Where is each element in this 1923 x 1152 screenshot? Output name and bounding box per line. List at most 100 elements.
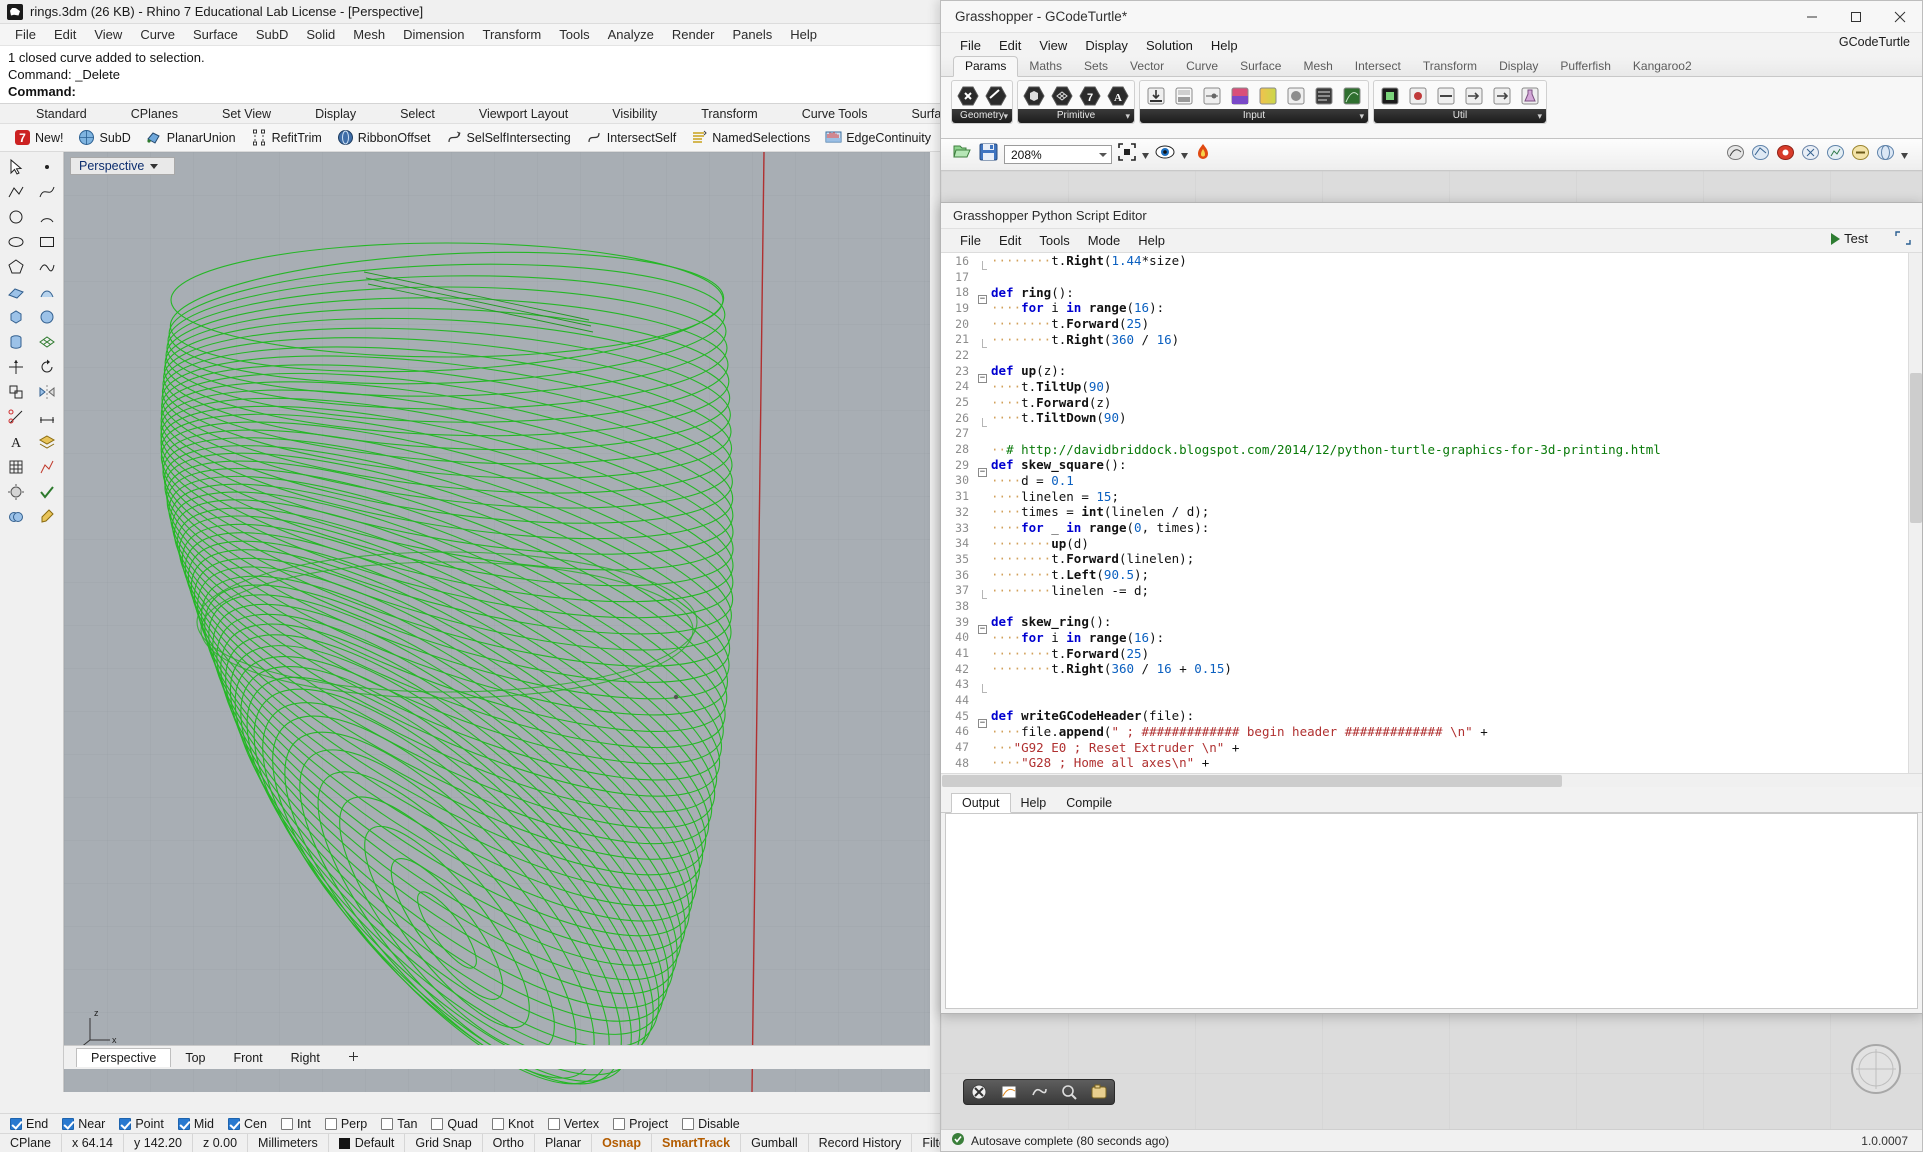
py-tab-compile[interactable]: Compile bbox=[1056, 794, 1122, 812]
toolbar-button-intersectself[interactable]: IntersectSelf bbox=[580, 127, 682, 148]
rhino-menu-file[interactable]: File bbox=[6, 25, 45, 44]
rhino-menu-help[interactable]: Help bbox=[781, 25, 826, 44]
osnap-vertex-checkbox[interactable] bbox=[548, 1118, 560, 1130]
util-cluster-icon[interactable] bbox=[1376, 83, 1404, 108]
text-icon[interactable]: A bbox=[1, 430, 31, 454]
py-menu-edit[interactable]: Edit bbox=[990, 231, 1030, 250]
python-code-area[interactable]: 16········t.Right(1.44*size)1718−def rin… bbox=[941, 253, 1922, 773]
osnap-int-checkbox[interactable] bbox=[281, 1118, 293, 1130]
code-text[interactable]: ········t.Left(90.5); bbox=[991, 567, 1922, 582]
osnap-perp[interactable]: Perp bbox=[325, 1117, 367, 1131]
osnap-cen-checkbox[interactable] bbox=[228, 1118, 240, 1130]
code-line[interactable]: 19····for i in range(16): bbox=[941, 300, 1922, 316]
input-valuelist-icon[interactable] bbox=[1310, 83, 1338, 108]
rhino-menu-panels[interactable]: Panels bbox=[723, 25, 781, 44]
code-text[interactable]: ····t.Forward(z) bbox=[991, 395, 1922, 410]
expand-arrow-icon[interactable]: ▾ bbox=[1003, 110, 1008, 122]
code-text[interactable]: ····linelen = 15; bbox=[991, 489, 1922, 504]
gh-tab-kangaroo2[interactable]: Kangaroo2 bbox=[1622, 57, 1703, 76]
expand-arrow-icon[interactable]: ▾ bbox=[1537, 110, 1542, 122]
code-line[interactable]: 39−def skew_ring(): bbox=[941, 614, 1922, 630]
grasshopper-component-tabs[interactable]: Params Maths Sets Vector Curve Surface M… bbox=[941, 57, 1922, 77]
rhino-menu-render[interactable]: Render bbox=[663, 25, 724, 44]
code-line[interactable]: 41········t.Forward(25) bbox=[941, 645, 1922, 661]
gh-menu-view[interactable]: View bbox=[1030, 36, 1076, 55]
toolbar-button-subd[interactable]: SubD bbox=[72, 127, 136, 148]
toolbar-button-namedselections[interactable]: NamedSelections bbox=[685, 127, 816, 148]
code-line[interactable]: 23−def up(z): bbox=[941, 363, 1922, 379]
compass-widget[interactable] bbox=[1848, 1041, 1904, 1097]
mesh-icon[interactable] bbox=[32, 330, 62, 354]
toolbar-button-edgecontinuity[interactable]: EdgeContinuity bbox=[819, 127, 937, 148]
python-output-tabs[interactable]: Output Help Compile bbox=[941, 791, 1922, 813]
canvas-bottom-toolbar[interactable] bbox=[963, 1079, 1115, 1105]
status-grid-snap[interactable]: Grid Snap bbox=[405, 1134, 482, 1152]
code-text[interactable]: ····d = 0.1 bbox=[991, 473, 1922, 488]
gh-tab-pufferfish[interactable]: Pufferfish bbox=[1549, 57, 1621, 76]
status-layer[interactable]: Default bbox=[329, 1134, 406, 1152]
collapse-icon[interactable]: − bbox=[978, 625, 987, 634]
code-text[interactable]: def skew_ring(): bbox=[991, 614, 1922, 629]
gh-tab-display[interactable]: Display bbox=[1488, 57, 1549, 76]
code-line[interactable]: 16········t.Right(1.44*size) bbox=[941, 253, 1922, 269]
code-line[interactable]: 25····t.Forward(z) bbox=[941, 394, 1922, 410]
collapse-icon[interactable]: − bbox=[978, 719, 987, 728]
util-jump-icon[interactable] bbox=[1460, 83, 1488, 108]
code-line[interactable]: 44 bbox=[941, 692, 1922, 708]
minimize-button[interactable] bbox=[1790, 1, 1834, 32]
gh-menu-help[interactable]: Help bbox=[1202, 36, 1247, 55]
code-text[interactable]: ····for _ in range(0, times): bbox=[991, 520, 1922, 535]
input-slider-icon[interactable] bbox=[1198, 83, 1226, 108]
code-line[interactable]: 26····t.TiltDown(90) bbox=[941, 410, 1922, 426]
toolbar-button-selselfintersecting[interactable]: SelSelfIntersecting bbox=[440, 127, 577, 148]
param-geometry-icon[interactable] bbox=[954, 83, 982, 108]
transform-move-icon[interactable] bbox=[1, 355, 31, 379]
code-line[interactable]: 18−def ring(): bbox=[941, 284, 1922, 300]
cluster-icon[interactable] bbox=[1801, 144, 1820, 166]
zoom-extents-icon[interactable] bbox=[1118, 143, 1136, 166]
code-text[interactable]: ···"G92 E0 ; Reset Extruder \n" + bbox=[991, 740, 1922, 755]
status-record-history[interactable]: Record History bbox=[809, 1134, 913, 1152]
toolbar-button-ribbonoffset[interactable]: RibbonOffset bbox=[331, 127, 437, 148]
code-vertical-scrollbar[interactable] bbox=[1908, 253, 1922, 773]
viewport-tab-front[interactable]: Front bbox=[219, 1049, 276, 1067]
canvas-toolbar-right-group[interactable] bbox=[1726, 144, 1922, 166]
viewport-title[interactable]: Perspective bbox=[70, 157, 175, 175]
gh-tab-surface[interactable]: Surface bbox=[1229, 57, 1292, 76]
dimension-icon[interactable] bbox=[32, 405, 62, 429]
grid-icon[interactable] bbox=[1, 455, 31, 479]
code-text[interactable]: ····t.TiltDown(90) bbox=[991, 410, 1922, 425]
code-line[interactable]: 46····file.append(" ; ############# begi… bbox=[941, 724, 1922, 740]
code-text[interactable]: ····for i in range(16): bbox=[991, 300, 1922, 315]
expand-editor-icon[interactable] bbox=[1894, 230, 1912, 246]
gh-tab-intersect[interactable]: Intersect bbox=[1344, 57, 1412, 76]
run-test-button[interactable]: Test bbox=[1831, 231, 1868, 246]
disable-icon[interactable] bbox=[968, 1082, 990, 1102]
sphere-solid-icon[interactable] bbox=[32, 305, 62, 329]
toolbar-button-new[interactable]: 7 New! bbox=[8, 127, 69, 148]
osnap-perp-checkbox[interactable] bbox=[325, 1118, 337, 1130]
gh-tab-curve[interactable]: Curve bbox=[1175, 57, 1229, 76]
render-icon[interactable] bbox=[1, 480, 31, 504]
profiler-icon[interactable] bbox=[1826, 144, 1845, 166]
osnap-quad-checkbox[interactable] bbox=[431, 1118, 443, 1130]
paint-icon[interactable] bbox=[32, 505, 62, 529]
param-number-icon[interactable]: 7 bbox=[1076, 83, 1104, 108]
bake-flame-icon[interactable] bbox=[1194, 143, 1212, 166]
rhino-tab-curve-tools[interactable]: Curve Tools bbox=[780, 107, 890, 121]
code-line[interactable]: 48····"G28 ; Home all axes\n" + bbox=[941, 755, 1922, 771]
code-line[interactable]: 37········linelen -= d; bbox=[941, 582, 1922, 598]
input-gradient-icon[interactable] bbox=[1254, 83, 1282, 108]
sphere-icon[interactable] bbox=[1876, 144, 1895, 166]
osnap-tan[interactable]: Tan bbox=[381, 1117, 417, 1131]
ellipse-icon[interactable] bbox=[1, 230, 31, 254]
code-line[interactable]: 20········t.Forward(25) bbox=[941, 316, 1922, 332]
gh-menu-file[interactable]: File bbox=[951, 36, 990, 55]
code-line[interactable]: 29−def skew_square(): bbox=[941, 457, 1922, 473]
py-tab-output[interactable]: Output bbox=[951, 793, 1011, 813]
arc-icon[interactable] bbox=[32, 205, 62, 229]
code-line[interactable]: 24····t.TiltUp(90) bbox=[941, 379, 1922, 395]
viewport-tab-add[interactable] bbox=[334, 1049, 373, 1067]
osnap-point[interactable]: Point bbox=[119, 1117, 164, 1131]
status-ortho[interactable]: Ortho bbox=[483, 1134, 535, 1152]
